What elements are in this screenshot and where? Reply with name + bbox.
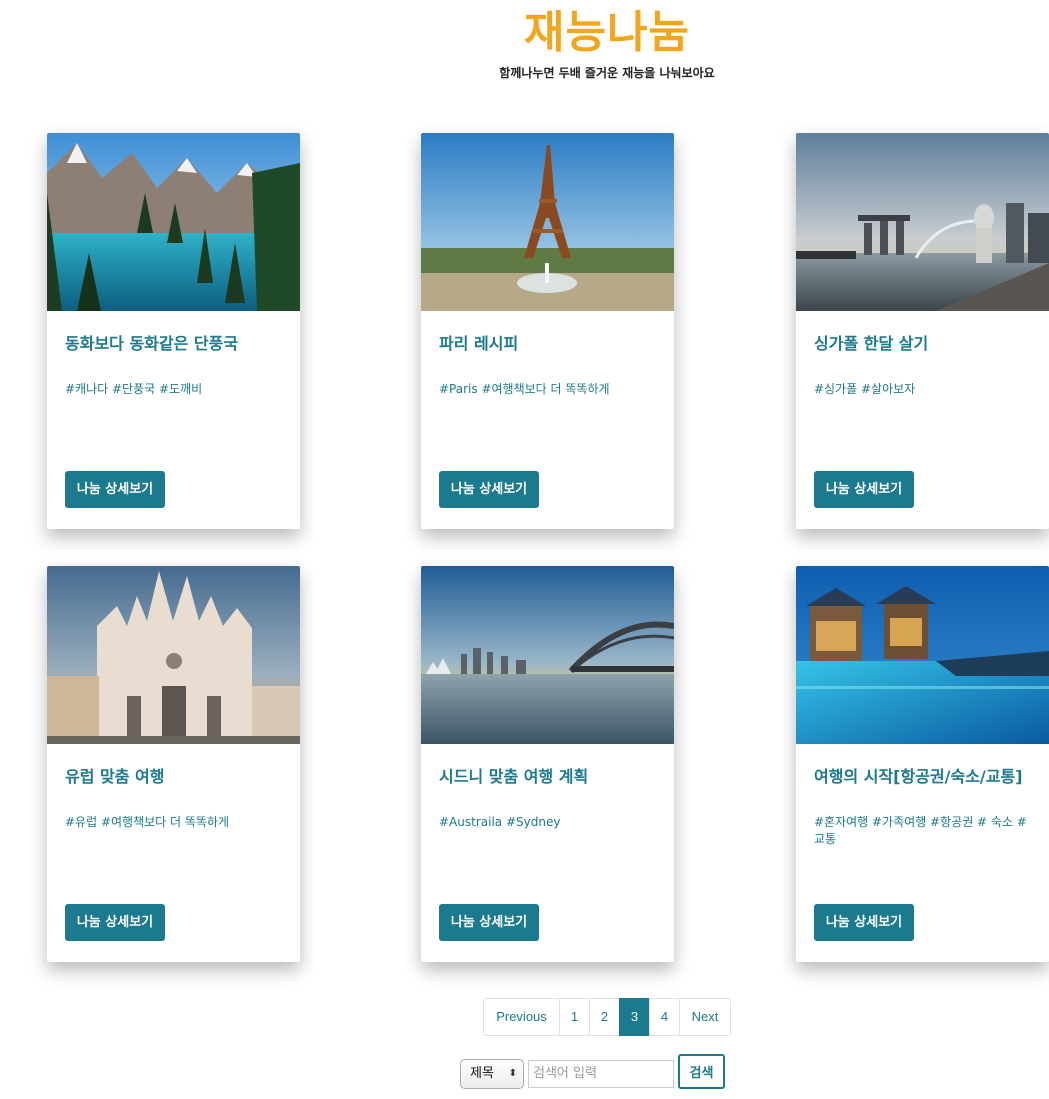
card-paris[interactable]: 파리 레시피 #Paris #여행책보다 더 똑똑하게 나눔 상세보기: [421, 133, 674, 529]
card-title: 싱가폴 한달 살기: [814, 334, 929, 353]
brand-title: 재능나눔: [524, 7, 690, 58]
detail-button[interactable]: 나눔 상세보기: [65, 904, 165, 941]
card-tags: #캐나다 #단풍국 #도깨비: [65, 382, 203, 396]
card-title: 여행의 시작[항공권/숙소/교통]: [814, 767, 1023, 786]
detail-button[interactable]: 나눔 상세보기: [814, 904, 914, 941]
page-next[interactable]: Next: [679, 998, 731, 1036]
page-previous[interactable]: Previous: [483, 998, 560, 1036]
search-button[interactable]: 검색: [678, 1054, 725, 1089]
card-tags: #유럽 #여행책보다 더 똑똑하게: [65, 815, 230, 829]
select-arrows-icon: ⬍: [508, 1067, 517, 1079]
card-image-cathedral[interactable]: [47, 566, 300, 744]
header: 재능나눔 함께나누면 두배 즐거운 재능을 나눠보아요: [0, 4, 1049, 81]
detail-button[interactable]: 나눔 상세보기: [814, 471, 914, 508]
card-title: 파리 레시피: [439, 334, 519, 353]
card-title: 동화보다 동화같은 단풍국: [65, 334, 239, 353]
brand-subtitle: 함께나누면 두배 즐거운 재능을 나눠보아요: [499, 66, 715, 80]
page-1[interactable]: 1: [559, 998, 590, 1036]
page-3-active[interactable]: 3: [619, 998, 650, 1036]
card-image-harbour[interactable]: [421, 566, 674, 744]
page-4[interactable]: 4: [649, 998, 680, 1036]
select-value: 제목: [470, 1065, 494, 1081]
pagination: Previous 1 2 3 4 Next: [483, 998, 731, 1036]
search-input[interactable]: [528, 1059, 674, 1088]
card-tags: #Austraila #Sydney: [439, 815, 561, 829]
detail-button[interactable]: 나눔 상세보기: [439, 904, 539, 941]
card-title: 시드니 맞춤 여행 계획: [439, 767, 589, 786]
card-image-pool[interactable]: [796, 566, 1049, 744]
card-singapore[interactable]: 싱가폴 한달 살기 #싱가폴 #살아보자 나눔 상세보기: [796, 133, 1049, 529]
card-europe[interactable]: 유럽 맞춤 여행 #유럽 #여행책보다 더 똑똑하게 나눔 상세보기: [47, 566, 300, 962]
search-field-select[interactable]: 제목 ⬍: [460, 1058, 524, 1089]
detail-button[interactable]: 나눔 상세보기: [65, 471, 165, 508]
page-2[interactable]: 2: [589, 998, 620, 1036]
card-image-marina[interactable]: [796, 133, 1049, 311]
card-canada[interactable]: 동화보다 동화같은 단풍국 #캐나다 #단풍국 #도깨비 나눔 상세보기: [47, 133, 300, 529]
card-image-lake[interactable]: [47, 133, 300, 311]
card-tags: #싱가폴 #살아보자: [814, 382, 916, 396]
detail-button[interactable]: 나눔 상세보기: [439, 471, 539, 508]
card-tags: #Paris #여행책보다 더 똑똑하게: [439, 382, 610, 396]
card-sydney[interactable]: 시드니 맞춤 여행 계획 #Austraila #Sydney 나눔 상세보기: [421, 566, 674, 962]
card-resort[interactable]: 여행의 시작[항공권/숙소/교통] #혼자여행 #가족여행 #항공권 # 숙소 …: [796, 566, 1049, 962]
search-bar: 제목 ⬍ 검색: [460, 1054, 725, 1089]
card-tags: #혼자여행 #가족여행 #항공권 # 숙소 # 교통: [814, 815, 1027, 846]
card-title: 유럽 맞춤 여행: [65, 767, 165, 786]
card-image-eiffel[interactable]: [421, 133, 674, 311]
